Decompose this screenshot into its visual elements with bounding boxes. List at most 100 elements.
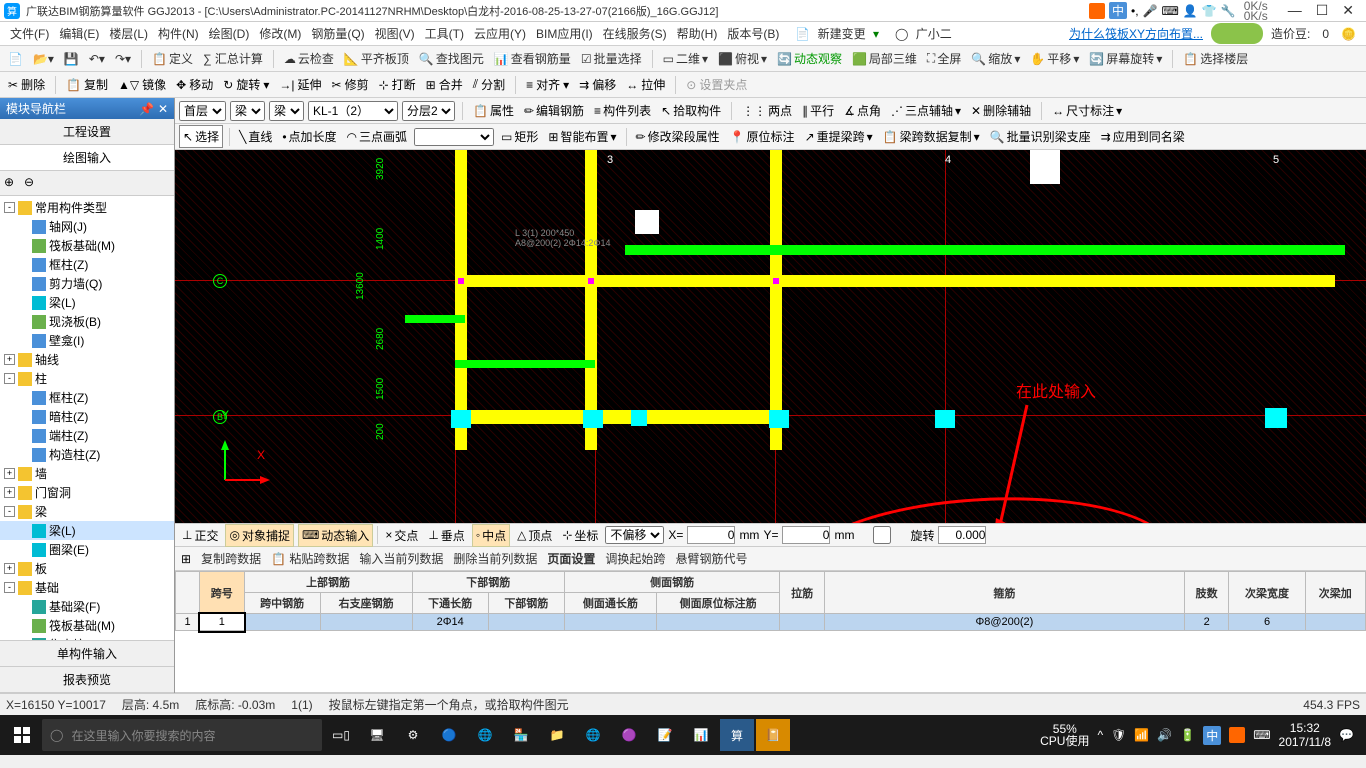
tree-item[interactable]: 端柱(Z)	[0, 426, 174, 445]
tree-item[interactable]: +墙	[0, 464, 174, 483]
open-file-button[interactable]: 📂▾	[29, 50, 58, 68]
tray-shield-icon[interactable]: 🛡	[1111, 728, 1126, 742]
ime-skin-icon[interactable]: 👕	[1202, 4, 1217, 18]
taskbar-app-12[interactable]: 📔	[756, 719, 790, 751]
set-point-button[interactable]: ⊙ 设置夹点	[682, 74, 751, 95]
zoom-button[interactable]: 🔍 缩放 ▾	[967, 48, 1024, 69]
cantilever-button[interactable]: 悬臂钢筋代号	[675, 550, 747, 567]
select-tool-button[interactable]: ↖ 选择	[179, 125, 223, 148]
tree-item[interactable]: 梁(L)	[0, 293, 174, 312]
menu-cloud[interactable]: 云应用(Y)	[470, 23, 530, 44]
col-midspan[interactable]: 跨中钢筋	[244, 593, 320, 614]
menu-modify[interactable]: 修改(M)	[255, 23, 305, 44]
rotate-button[interactable]: ↻ 旋转 ▾	[219, 74, 273, 95]
rect-tool-button[interactable]: ▭ 矩形	[498, 126, 541, 147]
view-2d-button[interactable]: ▭ 二维 ▾	[659, 48, 712, 69]
menu-file[interactable]: 文件(F)	[6, 23, 53, 44]
start-button[interactable]	[4, 719, 40, 751]
col-secplus[interactable]: 次梁加	[1305, 572, 1365, 614]
tree-item[interactable]: 壁龛(I)	[0, 331, 174, 350]
menu-floor[interactable]: 楼层(L)	[105, 23, 152, 44]
cell-secwidth[interactable]: 6	[1229, 614, 1305, 631]
panel-close-icon[interactable]: ✕	[158, 102, 168, 116]
row-number[interactable]: 1	[176, 614, 200, 631]
col-botbottom[interactable]: 下部钢筋	[488, 593, 564, 614]
col-rsupport[interactable]: 右支座钢筋	[320, 593, 412, 614]
fullscreen-button[interactable]: ⛶ 全屏	[923, 48, 965, 69]
batch-select-button[interactable]: ☑ 批量选择	[577, 48, 646, 69]
taskbar-app-2[interactable]: ⚙	[396, 719, 430, 751]
rotate-input[interactable]	[938, 526, 986, 544]
expand-toggle-icon[interactable]: -	[4, 202, 15, 213]
task-view-icon[interactable]: ▭▯	[324, 719, 358, 751]
taskbar-app-7[interactable]: 🌐	[576, 719, 610, 751]
tray-sogou-icon[interactable]	[1229, 727, 1245, 743]
offset-button[interactable]: ⇉ 偏移	[575, 74, 620, 95]
menu-help[interactable]: 帮助(H)	[673, 23, 722, 44]
minimize-button[interactable]: —	[1288, 2, 1302, 19]
ime-lang-badge[interactable]: 中	[1109, 2, 1127, 19]
adjust-span-button[interactable]: 调换起始跨	[605, 550, 665, 567]
cell-sideinplace[interactable]	[656, 614, 780, 631]
copy-span-data-button[interactable]: 复制跨数据	[201, 550, 261, 567]
cell-spanno[interactable]: 1	[200, 614, 245, 631]
align-button[interactable]: ≡ 对齐 ▾	[522, 74, 573, 95]
find-graph-button[interactable]: 🔍 查找图元	[415, 48, 488, 69]
col-botrebar[interactable]: 下部钢筋	[412, 572, 564, 593]
break-button[interactable]: ⊹ 打断	[375, 74, 420, 95]
taskbar-app-4[interactable]: 🌐	[468, 719, 502, 751]
three-point-aux-button[interactable]: ⋰ 三点辅轴 ▾	[888, 100, 964, 121]
col-tie[interactable]: 拉筋	[780, 572, 825, 614]
x-input[interactable]	[687, 526, 735, 544]
tray-vol-icon[interactable]: 🔊	[1157, 728, 1172, 742]
tree-item[interactable]: 基础梁(F)	[0, 597, 174, 616]
elem-list-button[interactable]: ≡ 构件列表	[591, 100, 654, 121]
tree-item[interactable]: -柱	[0, 369, 174, 388]
drawing-canvas[interactable]: C B 3 4 5 3920 1400 13600 2680 1500 200 …	[175, 150, 1366, 523]
select-floor-button[interactable]: 📋 选择楼层	[1179, 48, 1252, 69]
col-stirrup[interactable]: 箍筋	[824, 572, 1184, 614]
tree-item[interactable]: 筏板基础(M)	[0, 616, 174, 635]
taskbar-app-8[interactable]: 🟣	[612, 719, 646, 751]
ime-punct-icon[interactable]: •,	[1131, 4, 1139, 18]
tree-item[interactable]: 暗柱(Z)	[0, 407, 174, 426]
taskbar-app-9[interactable]: 📝	[648, 719, 682, 751]
tab-draw-input[interactable]: 绘图输入	[0, 145, 174, 171]
perp-snap[interactable]: ⊥ 垂点	[425, 525, 467, 546]
cell-legs[interactable]: 2	[1184, 614, 1229, 631]
tray-up-icon[interactable]: ^	[1097, 728, 1103, 742]
new-file-button[interactable]: 📄	[4, 50, 27, 68]
taskbar-app-11[interactable]: 算	[720, 719, 754, 751]
taskbar-app-3[interactable]: 🔵	[432, 719, 466, 751]
dim-label-button[interactable]: ↔ 尺寸标注 ▾	[1049, 100, 1125, 121]
inplace-label-button[interactable]: 📍 原位标注	[727, 126, 798, 147]
merge-button[interactable]: ⊞ 合并	[422, 74, 467, 95]
move-button[interactable]: ✥ 移动	[172, 74, 217, 95]
mod-span-attr-button[interactable]: ✏ 修改梁段属性	[633, 126, 723, 147]
del-cur-col-button[interactable]: 删除当前列数据	[453, 550, 537, 567]
notification-icon[interactable]: 💬	[1339, 728, 1354, 742]
tree-item[interactable]: -梁	[0, 502, 174, 521]
close-button[interactable]: ✕	[1342, 2, 1354, 19]
undo-button[interactable]: ↶▾	[85, 50, 109, 68]
help-link[interactable]: 为什么筏板XY方向布置...	[1065, 23, 1207, 44]
tab-single-input[interactable]: 单构件输入	[0, 641, 174, 667]
del-aux-button[interactable]: ✕ 删除辅轴	[968, 100, 1034, 121]
element-tree[interactable]: -常用构件类型轴网(J)筏板基础(M)框柱(Z)剪力墙(Q)梁(L)现浇板(B)…	[0, 196, 174, 640]
y-input[interactable]	[782, 526, 830, 544]
span-layer-select[interactable]: 分层2	[402, 101, 455, 121]
redo-button[interactable]: ↷▾	[111, 50, 135, 68]
screen-rotate-button[interactable]: 🔄 屏幕旋转 ▾	[1085, 48, 1166, 69]
smart-layout-button[interactable]: ⊞ 智能布置 ▾	[545, 126, 619, 147]
objsnap-toggle[interactable]: ◎ 对象捕捉	[225, 524, 294, 547]
cell-rsupport[interactable]	[320, 614, 412, 631]
col-toprebar[interactable]: 上部钢筋	[244, 572, 412, 593]
col-botthru[interactable]: 下通长筋	[412, 593, 488, 614]
tree-item[interactable]: +轴线	[0, 350, 174, 369]
tree-item[interactable]: -常用构件类型	[0, 198, 174, 217]
grid-options-icon[interactable]: ⊞	[181, 552, 191, 566]
cell-midspan[interactable]	[244, 614, 320, 631]
rebar-grid[interactable]: 跨号 上部钢筋 下部钢筋 侧面钢筋 拉筋 箍筋 肢数 次梁宽度 次梁加 跨中钢筋…	[175, 571, 1366, 693]
tray-keyboard-icon[interactable]: ⌨	[1253, 728, 1270, 742]
batch-ident-button[interactable]: 🔍 批量识别梁支座	[987, 126, 1094, 147]
